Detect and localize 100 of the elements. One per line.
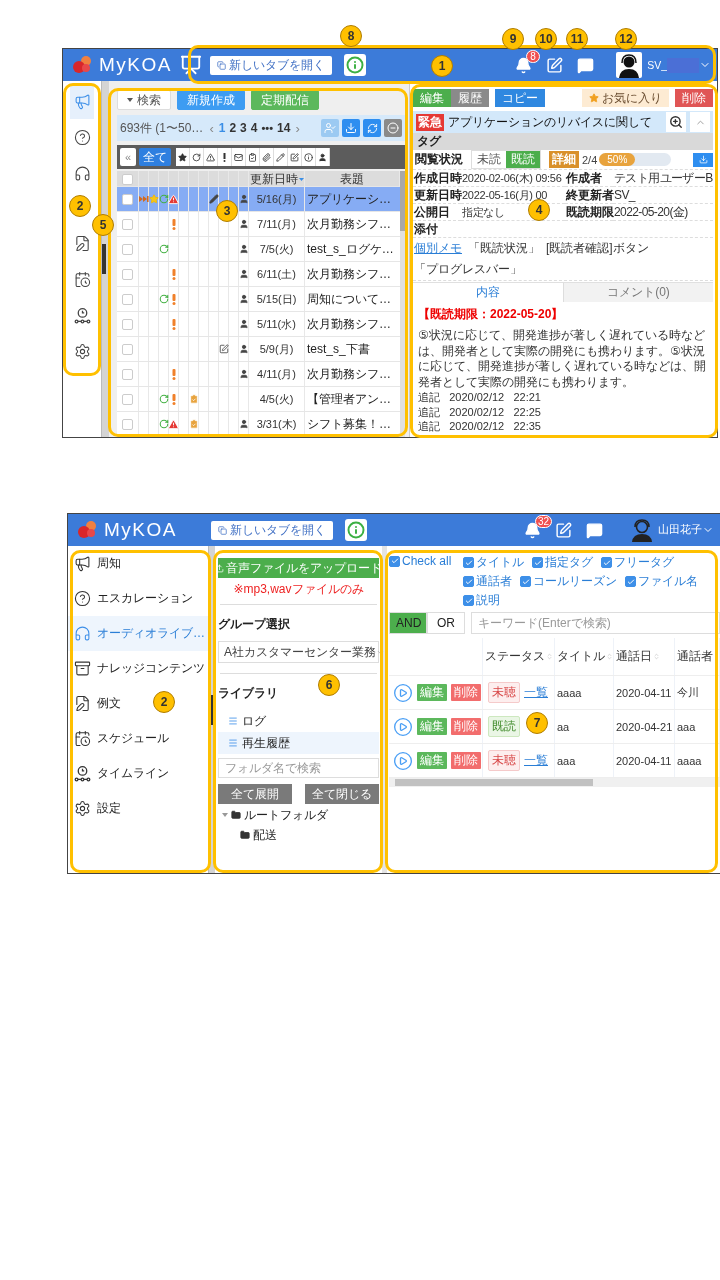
filter-button[interactable]	[232, 148, 246, 166]
match-mode-option[interactable]: AND	[389, 612, 427, 634]
play-icon[interactable]	[393, 682, 413, 703]
collapse-handle[interactable]	[102, 244, 106, 274]
column-header[interactable]: 表題	[340, 171, 364, 188]
edit-button[interactable]: 編集	[413, 89, 451, 107]
delete-button[interactable]: 削除	[675, 89, 713, 107]
user-name[interactable]: SV_	[647, 59, 667, 71]
info-icon	[345, 56, 364, 74]
document-pen-icon[interactable]	[546, 56, 564, 74]
match-mode-option[interactable]: OR	[427, 612, 465, 634]
zoom-button[interactable]	[666, 112, 686, 132]
scrollbar[interactable]	[389, 778, 720, 787]
prev-page-button[interactable]: ‹	[208, 120, 215, 136]
column-header[interactable]: タイトル	[557, 648, 613, 665]
chat-icon[interactable]	[577, 56, 595, 74]
filter-button[interactable]	[176, 148, 190, 166]
minus-button[interactable]	[384, 119, 402, 137]
presenter-icon[interactable]	[179, 54, 202, 76]
filter-button[interactable]	[302, 148, 316, 166]
row-checkbox[interactable]	[122, 243, 133, 255]
keyword-field[interactable]: キーワード(Enterで検索)	[471, 612, 720, 634]
row-checkbox[interactable]	[122, 368, 133, 380]
list-link[interactable]: 一覧	[524, 752, 548, 769]
field-checkbox[interactable]: コールリーズン	[520, 573, 618, 590]
row-checkbox[interactable]	[122, 293, 133, 305]
check-all-checkbox[interactable]: Check all	[389, 554, 452, 568]
all-filter-button[interactable]: 全て	[139, 148, 171, 166]
row-checkbox[interactable]	[122, 343, 133, 355]
field-checkbox[interactable]: 説明	[463, 592, 501, 609]
table-row[interactable]: 5/11(水) 次月勤務シフ…	[117, 312, 400, 337]
refresh-button[interactable]	[363, 119, 381, 137]
folder-search-field[interactable]: フォルダ名で検索	[218, 758, 379, 778]
chat-icon[interactable]	[586, 521, 603, 539]
table-row[interactable]: 4/11(月) 次月勤務シフ…	[117, 362, 400, 387]
avatar-icon[interactable]	[616, 52, 643, 78]
tab[interactable]: コメント(0)	[563, 282, 713, 302]
user-check-button[interactable]	[321, 119, 339, 137]
library-item[interactable]: 再生履歴	[218, 732, 379, 754]
scrollbar[interactable]	[400, 171, 405, 437]
document-pen-icon[interactable]	[555, 521, 572, 539]
field-checkbox[interactable]: フリータグ	[601, 554, 675, 571]
tree-item[interactable]: 配送	[253, 826, 277, 844]
filter-button[interactable]	[316, 148, 330, 166]
row-checkbox[interactable]	[122, 193, 133, 205]
info-button[interactable]	[343, 54, 366, 76]
info-button[interactable]	[344, 519, 367, 541]
attachment-text: 「プログレスバー」	[414, 261, 522, 278]
create-button[interactable]: 新規作成	[177, 90, 245, 110]
table-row[interactable]: 6/11(土) 次月勤務シフ…	[117, 262, 400, 287]
user-name[interactable]: 山田花子	[658, 523, 702, 537]
next-page-button[interactable]: ›	[294, 120, 301, 136]
field-checkbox[interactable]: 通話者	[463, 573, 513, 590]
tree-item[interactable]: ルートフォルダ	[244, 806, 328, 824]
table-row[interactable]: 5/15(日) 周知について…	[117, 287, 400, 312]
collapse-all-button[interactable]: 全て閉じる	[305, 784, 379, 804]
search-button[interactable]: 検索	[117, 90, 171, 110]
table-row[interactable]: 4/5(火) 【管理者アン…	[117, 387, 400, 412]
caret-icon[interactable]	[222, 812, 228, 818]
page-button[interactable]: 4	[250, 121, 258, 135]
row-checkbox[interactable]	[122, 318, 133, 330]
field-checkbox[interactable]: タイトル	[463, 554, 525, 571]
page-button[interactable]: 3	[240, 121, 247, 135]
page-button[interactable]: 1	[218, 121, 226, 135]
play-icon[interactable]	[393, 716, 413, 737]
new-tab-button[interactable]: 新しいタブを開く	[210, 520, 333, 540]
header-checkbox[interactable]	[122, 174, 133, 185]
favorite-button[interactable]: お気に入り	[582, 89, 669, 107]
table-row[interactable]: 7/5(火) test_s_ログケ…	[117, 237, 400, 262]
memo-link[interactable]: 個別メモ	[414, 240, 462, 257]
expand-all-button[interactable]: 全て展開	[218, 784, 292, 804]
list-link[interactable]: 一覧	[524, 684, 548, 701]
row-checkbox[interactable]	[122, 418, 133, 430]
column-header[interactable]: 更新日時	[249, 171, 304, 188]
field-checkbox[interactable]: 指定タグ	[532, 554, 594, 571]
delete-button[interactable]: 削除	[451, 752, 481, 769]
field-checkbox[interactable]: ファイル名	[625, 573, 699, 590]
collapse-button[interactable]: «	[120, 148, 136, 166]
column-header[interactable]: ステータス	[485, 648, 553, 665]
download-button[interactable]	[342, 119, 360, 137]
download-button[interactable]	[693, 152, 713, 167]
table-row[interactable]: 5/9(月) test_s_下書	[117, 337, 400, 362]
filter-button[interactable]	[246, 148, 260, 166]
history-button[interactable]: 履歴	[451, 89, 489, 107]
copy-button[interactable]: コピー	[495, 89, 545, 107]
row-checkbox[interactable]	[122, 268, 133, 280]
page-button[interactable]: 2	[229, 121, 237, 135]
play-icon[interactable]	[393, 750, 413, 771]
row-checkbox[interactable]	[122, 393, 133, 405]
read-toggle-option[interactable]: 既読	[506, 151, 540, 168]
sidebar-item[interactable]: オーディオライブ…	[68, 616, 208, 651]
delete-button[interactable]: 削除	[451, 718, 481, 735]
delete-button[interactable]: 削除	[451, 684, 481, 701]
user-check-icon	[324, 122, 336, 134]
filter-button[interactable]	[190, 148, 204, 166]
row-checkbox[interactable]	[122, 218, 133, 230]
column-header[interactable]: 通話者	[677, 648, 713, 665]
column-header[interactable]: 通話日	[616, 648, 660, 665]
page-button[interactable]: 14	[277, 121, 291, 135]
new-tab-button[interactable]: 新しいタブを開く	[209, 55, 332, 75]
